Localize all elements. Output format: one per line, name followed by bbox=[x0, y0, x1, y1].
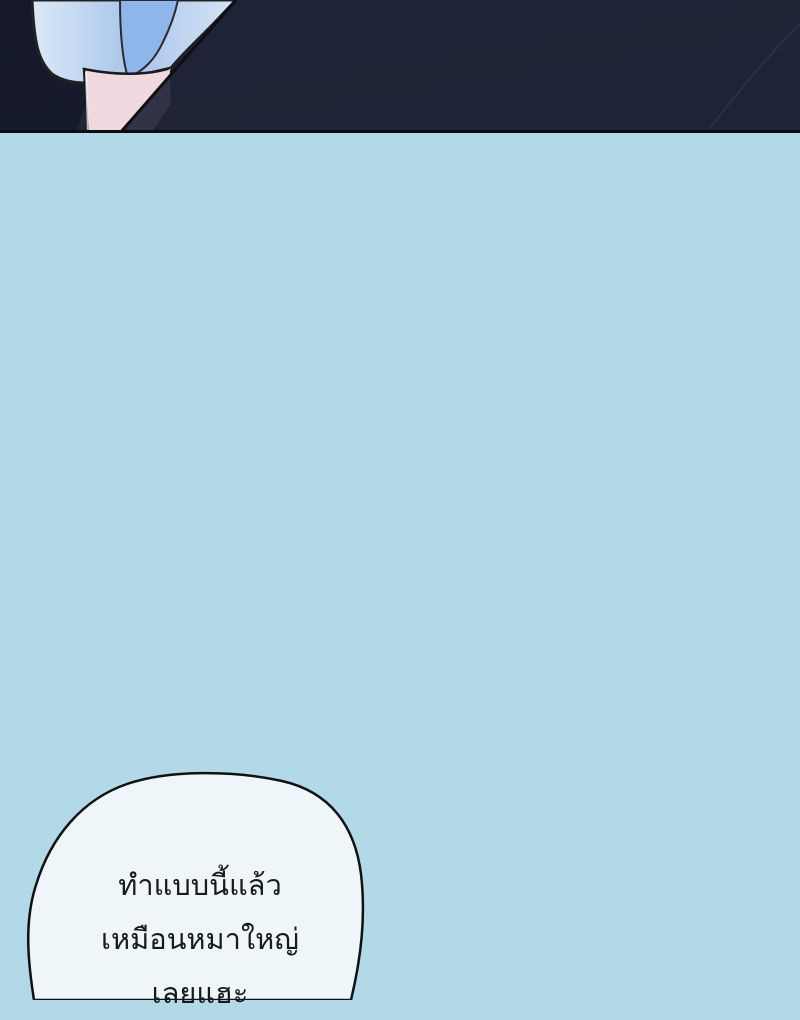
night-scene-illustration bbox=[0, 0, 800, 133]
diagonal-night-panel bbox=[120, 0, 800, 133]
top-comic-panel bbox=[0, 0, 800, 133]
speech-bubble-text: ทำแบบนี้แล้ว เหมือนหมาใหญ่ เลยแฮะ bbox=[101, 868, 299, 1010]
